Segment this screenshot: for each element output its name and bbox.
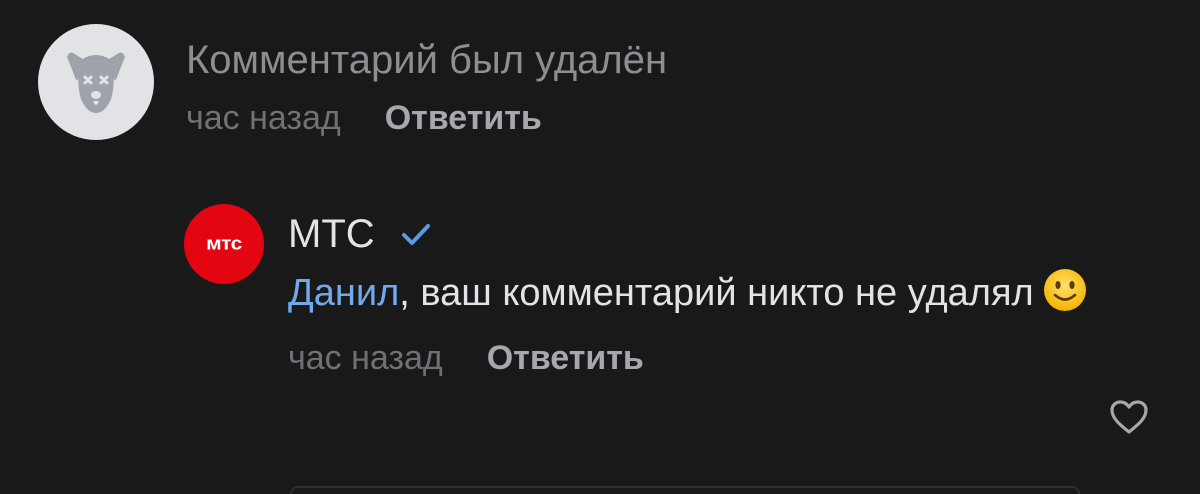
like-button[interactable] [1106, 394, 1152, 440]
deleted-user-dog-icon [67, 52, 125, 113]
reply-button[interactable]: Ответить [385, 96, 542, 140]
comment-time: час назад [186, 99, 341, 137]
comment-body: Комментарий был удалён час назад Ответит… [186, 36, 667, 140]
author-row: МТС [288, 208, 1088, 260]
mts-logo: мтс [206, 233, 242, 254]
mts-avatar[interactable]: мтс [184, 204, 264, 284]
comment-meta: час назад Ответить [288, 336, 1088, 380]
deleted-user-avatar[interactable] [38, 24, 154, 140]
heart-outline-icon [1110, 400, 1148, 434]
verified-check-icon [401, 222, 431, 246]
comment-text-body: , ваш комментарий никто не удалял [399, 272, 1034, 314]
author-name[interactable]: МТС [288, 208, 375, 260]
comment-body: МТС Данил, ваш комментарий никто не удал… [288, 208, 1088, 380]
reply-button[interactable]: Ответить [487, 336, 644, 380]
deleted-comment-text: Комментарий был удалён [186, 38, 668, 82]
comment-meta: час назад Ответить [186, 96, 667, 140]
comment-text: Данил, ваш комментарий никто не удалял [288, 266, 1088, 328]
comment-input-edge [290, 486, 1080, 494]
comment-time: час назад [288, 339, 443, 377]
mention-link[interactable]: Данил [288, 272, 399, 314]
smiling-face-icon [1042, 267, 1088, 328]
